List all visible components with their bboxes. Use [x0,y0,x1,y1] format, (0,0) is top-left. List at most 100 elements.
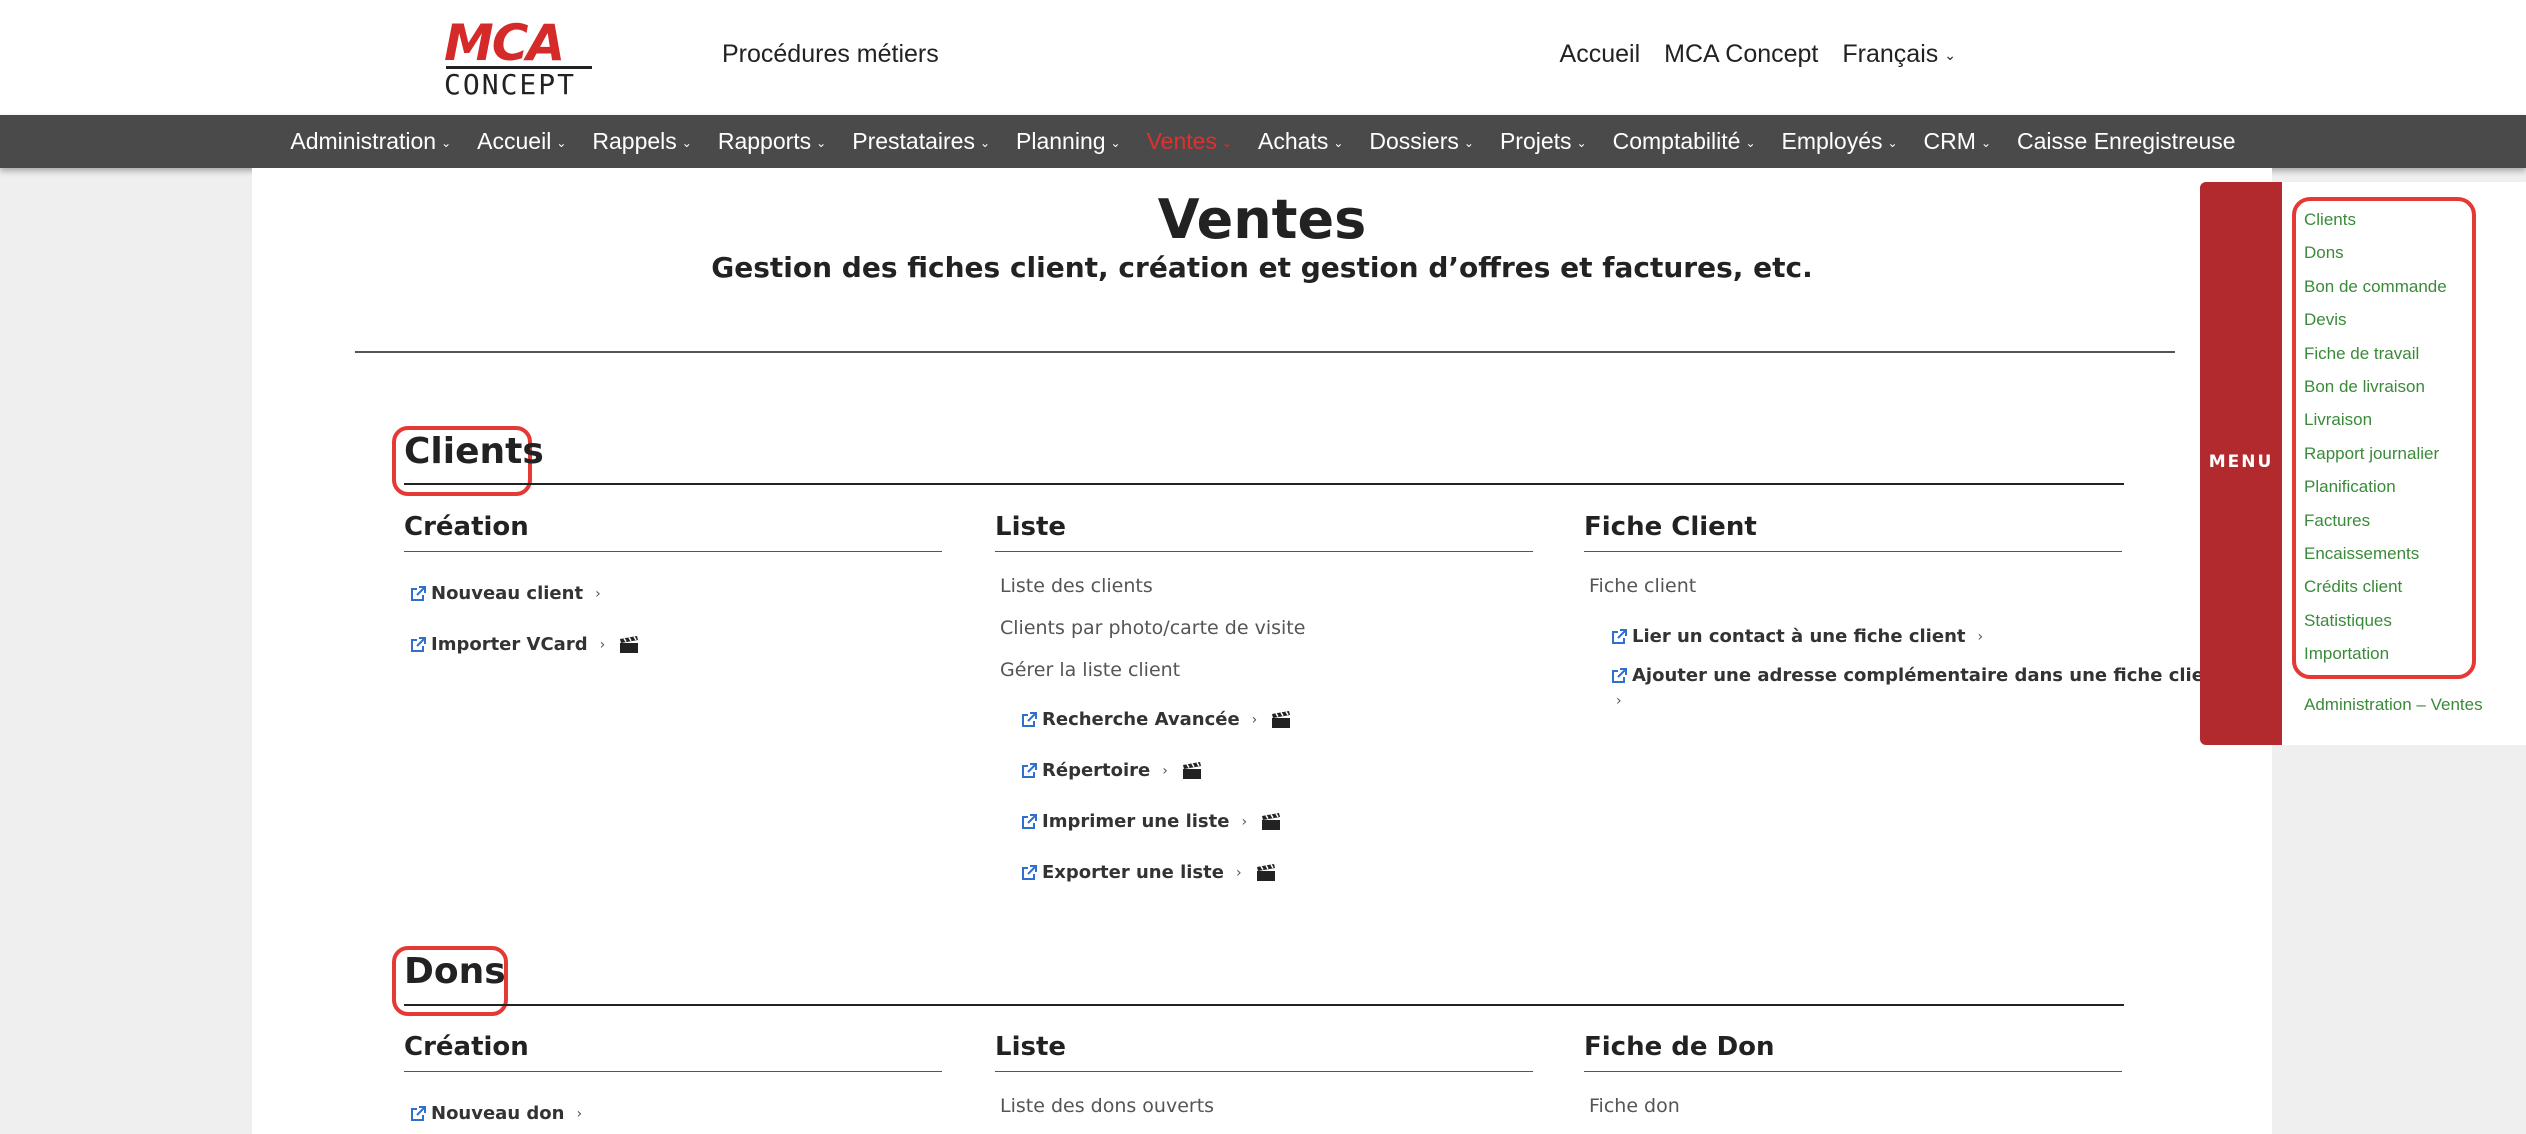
link-repertoire[interactable]: Répertoire › [1020,760,1202,781]
chevron-right-icon: › [595,585,601,602]
page-subtitle: Gestion des fiches client, création et g… [711,251,1813,284]
main-nav: Administration ⌄ Accueil ⌄ Rappels ⌄ Rapports ⌄… [0,115,2526,168]
chevron-right-icon: › [1241,813,1248,830]
nav-item-rapports[interactable]: Rapports ⌄ [705,128,839,155]
side-menu-link-dons[interactable]: Dons [2304,243,2344,263]
side-menu-link-bon-de-livraison[interactable]: Bon de livraison [2304,377,2425,397]
side-menu-link-crédits-client[interactable]: Crédits client [2304,577,2402,597]
side-menu-link-clients[interactable]: Clients [2304,210,2356,230]
video-clapperboard-icon[interactable] [619,635,639,654]
nav-item-ventes[interactable]: Ventes ⌄ [1134,128,1245,155]
chevron-down-icon: ⌄ [1745,135,1756,150]
column-title-liste: Liste [995,1032,1067,1062]
column-divider [995,551,1533,552]
side-menu-link-livraison[interactable]: Livraison [2304,410,2372,430]
column-divider [404,1071,942,1072]
external-link-icon [1612,667,1627,683]
chevron-right-icon: › [1616,693,1622,709]
nav-item-prestataires[interactable]: Prestataires ⌄ [839,128,1003,155]
site-title[interactable]: Procédures métiers [722,40,939,69]
side-menu-link-bon-de-commande[interactable]: Bon de commande [2304,277,2447,297]
link-label: Nouveau client [431,583,584,604]
side-menu-link-rapport-journalier[interactable]: Rapport journalier [2304,444,2439,464]
nav-item-planning[interactable]: Planning ⌄ [1003,128,1134,155]
side-menu-link-factures[interactable]: Factures [2304,511,2370,531]
external-link-icon [1022,711,1037,727]
side-menu-link-devis[interactable]: Devis [2304,310,2347,330]
external-link-icon [1022,762,1037,778]
link-imprimer-liste[interactable]: Imprimer une liste › [1020,811,1281,832]
side-menu-tab[interactable]: MENU [2200,182,2282,745]
link-label: Recherche Avancée [1042,709,1240,730]
link-recherche-avancee[interactable]: Recherche Avancée › [1020,709,1291,730]
side-menu-link-statistiques[interactable]: Statistiques [2304,611,2392,631]
chevron-down-icon: ⌄ [1980,135,1991,150]
link-lier-contact[interactable]: Lier un contact à une fiche client › [1610,626,1983,647]
nav-item-projets[interactable]: Projets ⌄ [1487,128,1600,155]
top-links: Accueil MCA Concept Français ⌄ [1560,40,1956,69]
column-title-creation: Création [404,1032,529,1062]
link-label: Répertoire [1042,760,1151,781]
nav-item-employés[interactable]: Employés ⌄ [1769,128,1911,155]
language-selector[interactable]: Français ⌄ [1842,40,1956,69]
nav-item-label: Dossiers [1369,128,1459,154]
link-ajouter-adresse[interactable]: Ajouter une adresse complémentaire dans … [1610,665,2225,686]
logo-mca-text: MCA [444,14,565,72]
column-title-liste: Liste [995,512,1067,542]
nav-item-administration[interactable]: Administration ⌄ [277,128,464,155]
side-menu-link-planification[interactable]: Planification [2304,477,2396,497]
side-menu-link-fiche-de-travail[interactable]: Fiche de travail [2304,344,2419,364]
language-label: Français [1842,40,1939,68]
list-item-fiche-don[interactable]: Fiche don [1589,1095,1680,1117]
side-menu-link-administration-ventes[interactable]: Administration – Ventes [2304,695,2483,715]
nav-item-label: Projets [1499,128,1572,154]
divider [355,351,2175,353]
top-link-mca-concept[interactable]: MCA Concept [1664,40,1818,69]
link-label: Importer VCard [431,634,588,655]
video-clapperboard-icon[interactable] [1261,812,1281,831]
link-nouveau-don[interactable]: Nouveau don › [409,1103,582,1124]
external-link-icon [1022,813,1037,829]
nav-item-label: Comptabilité [1612,128,1741,154]
list-item-fiche-client[interactable]: Fiche client [1589,575,1696,597]
nav-item-label: Caisse Enregistreuse [2017,128,2236,154]
nav-item-label: Employés [1781,128,1883,154]
nav-item-caisse-enregistreuse[interactable]: Caisse Enregistreuse [2004,128,2249,155]
chevron-down-icon: ⌄ [1110,135,1121,150]
list-item-gerer-liste-client[interactable]: Gérer la liste client [1000,659,1180,681]
highlight-circle [2292,197,2476,679]
nav-item-rappels[interactable]: Rappels ⌄ [579,128,704,155]
nav-item-achats[interactable]: Achats ⌄ [1245,128,1356,155]
list-item-liste-dons-ouverts[interactable]: Liste des dons ouverts [1000,1095,1214,1117]
link-label: Exporter une liste [1042,862,1224,883]
top-link-accueil[interactable]: Accueil [1560,40,1641,69]
side-menu-label: MENU [2208,452,2274,472]
nav-item-comptabilité[interactable]: Comptabilité ⌄ [1600,128,1769,155]
chevron-right-icon: › [1235,864,1242,881]
list-item-liste-des-clients[interactable]: Liste des clients [1000,575,1153,597]
mca-concept-logo[interactable]: MCA CONCEPT [444,14,594,100]
nav-item-crm[interactable]: CRM ⌄ [1911,128,2004,155]
nav-item-dossiers[interactable]: Dossiers ⌄ [1356,128,1487,155]
side-menu-link-importation[interactable]: Importation [2304,644,2389,664]
video-clapperboard-icon[interactable] [1271,710,1291,729]
nav-item-accueil[interactable]: Accueil ⌄ [464,128,579,155]
chevron-down-icon: ⌄ [441,135,452,150]
main-content: Ventes Gestion des fiches client, créati… [252,168,2272,1134]
nav-item-label: Accueil [477,128,552,154]
link-importer-vcard[interactable]: Importer VCard › [409,634,639,655]
chevron-down-icon: ⌄ [681,135,692,150]
list-item-clients-par-photo[interactable]: Clients par photo/carte de visite [1000,617,1305,639]
nav-item-label: Rapports [717,128,812,154]
video-clapperboard-icon[interactable] [1182,761,1202,780]
column-divider [404,551,942,552]
side-menu-link-encaissements[interactable]: Encaissements [2304,544,2419,564]
video-clapperboard-icon[interactable] [1256,863,1276,882]
chevron-down-icon: ⌄ [556,135,567,150]
chevron-right-icon: › [1251,711,1258,728]
chevron-down-icon: ⌄ [1463,135,1474,150]
column-title-creation: Création [404,512,529,542]
link-exporter-liste[interactable]: Exporter une liste › [1020,862,1276,883]
link-nouveau-client[interactable]: Nouveau client › [409,583,601,604]
chevron-right-icon: › [1162,762,1168,779]
